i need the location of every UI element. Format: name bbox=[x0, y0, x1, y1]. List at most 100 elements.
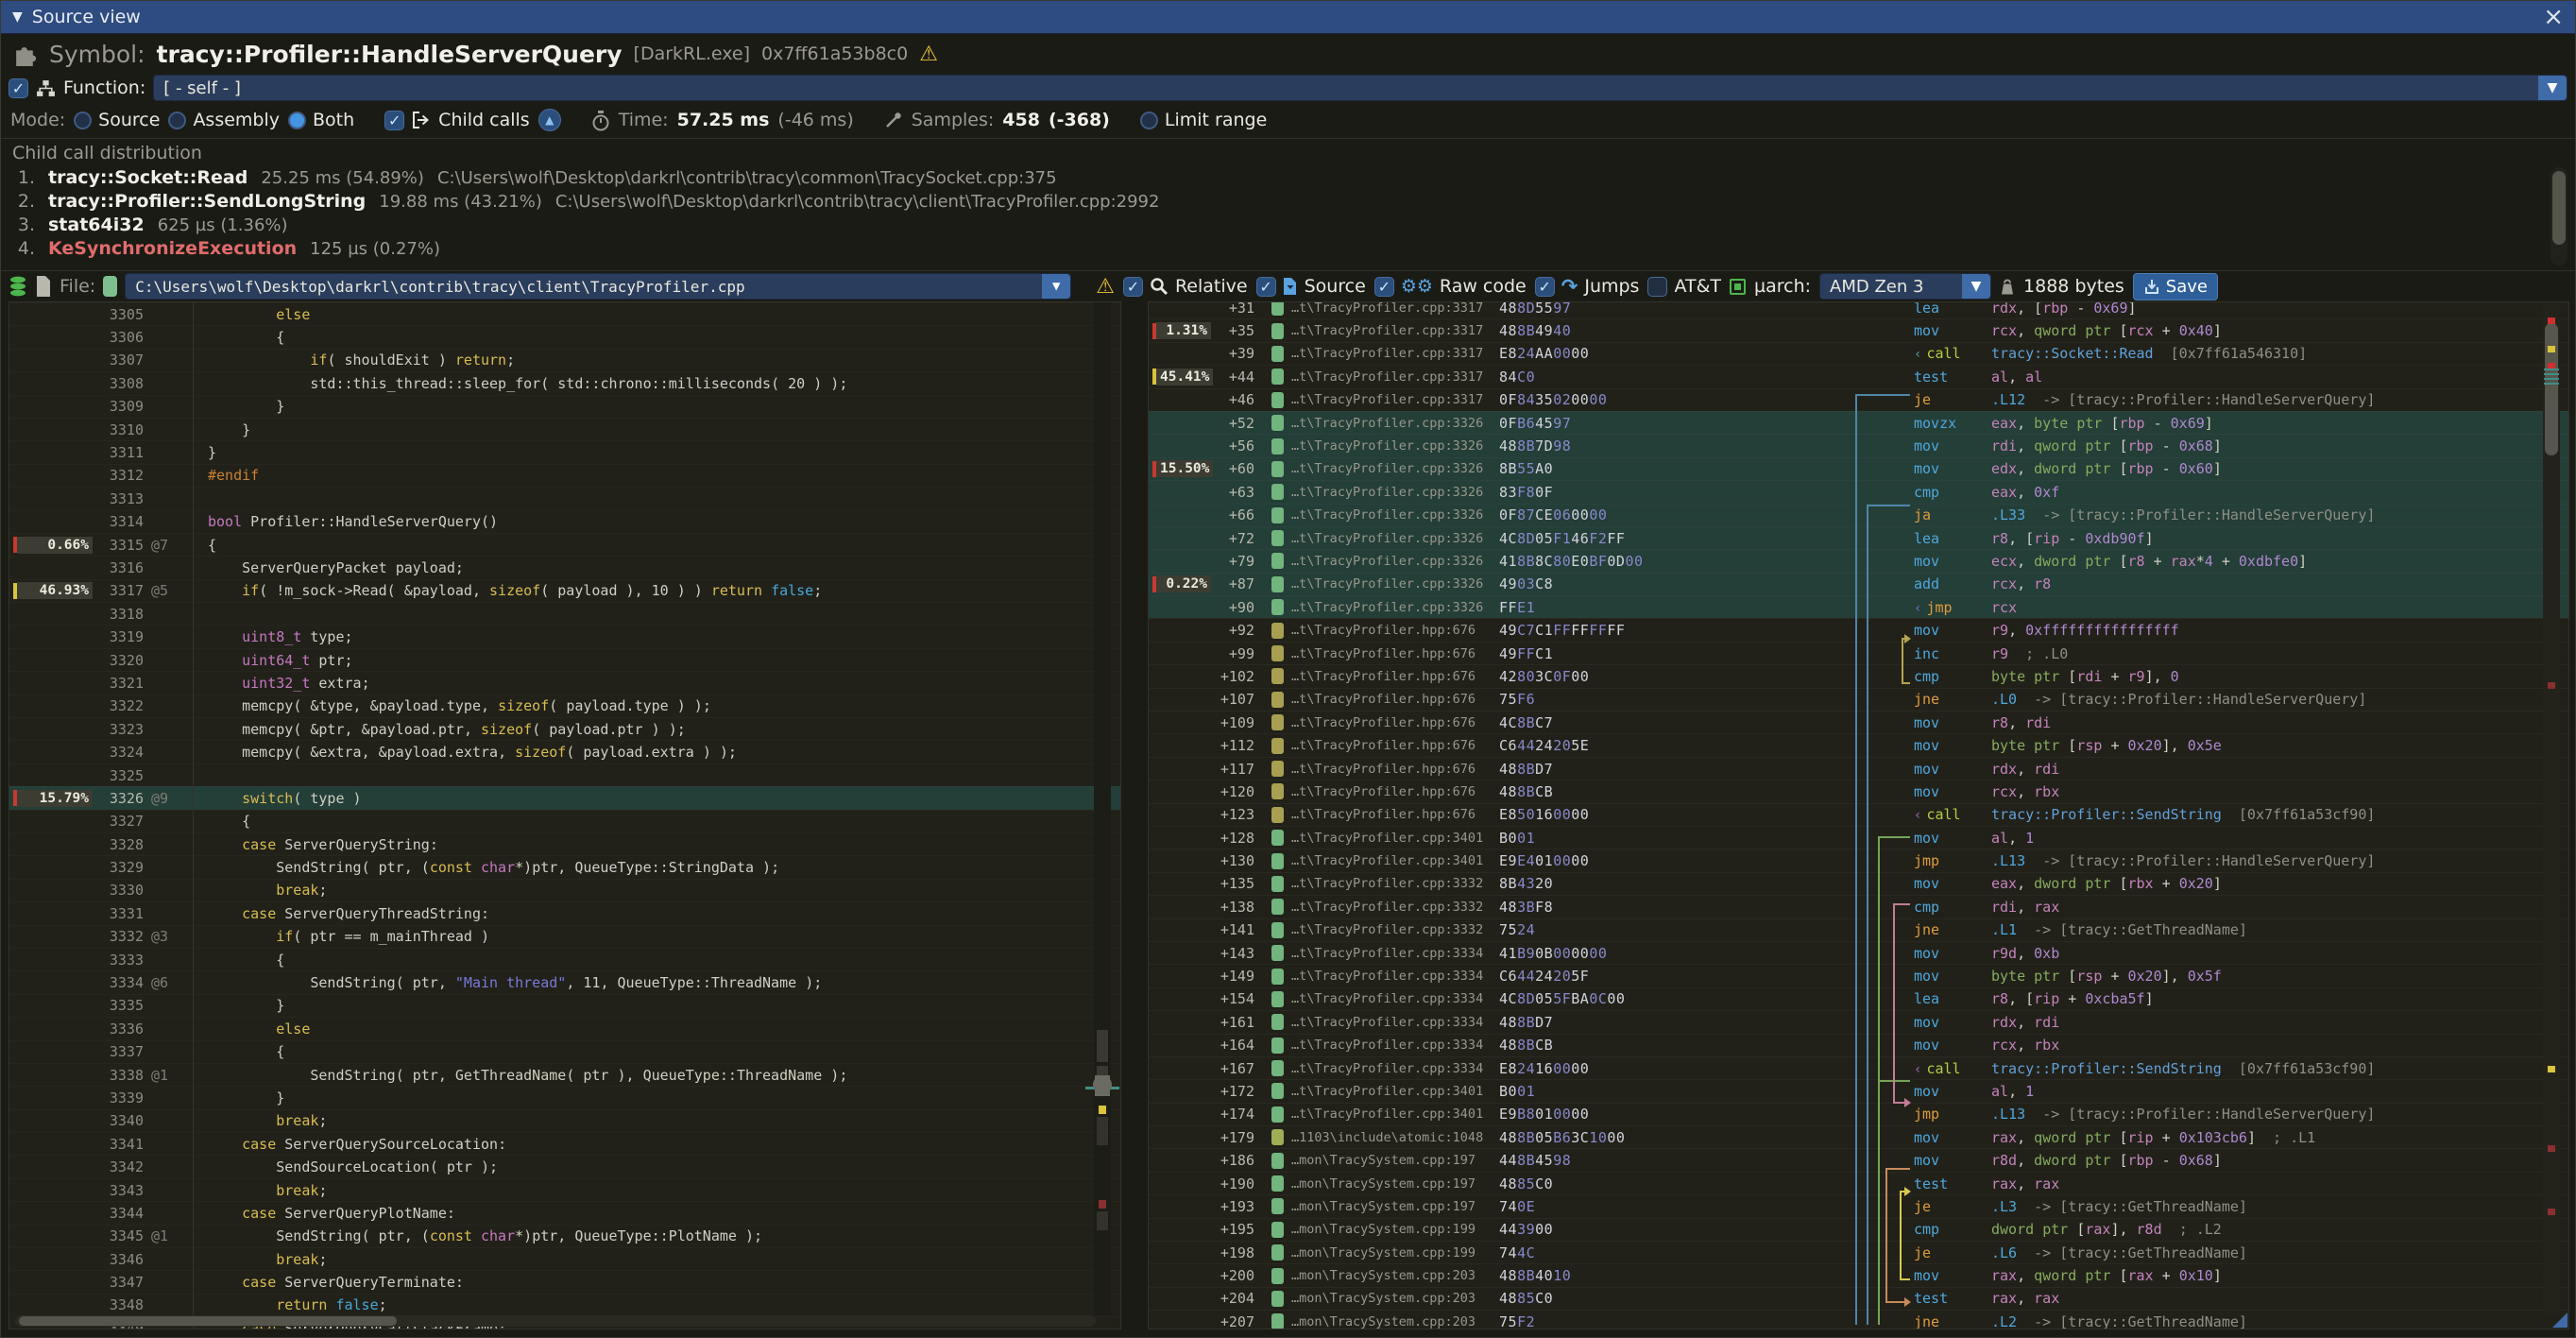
radio-icon[interactable] bbox=[288, 112, 306, 129]
att-checkbox[interactable]: ✓ bbox=[1647, 277, 1667, 297]
assembly-line[interactable]: +56…t\TracyProfiler.cpp:3326488B7D98movr… bbox=[1149, 434, 2568, 456]
assembly-line[interactable]: +112…t\TracyProfiler.hpp:676C64424205Emo… bbox=[1149, 733, 2568, 756]
assembly-line[interactable]: +130…t\TracyProfiler.cpp:3401E9E4010000j… bbox=[1149, 849, 2568, 871]
source-line[interactable]: 3333 { bbox=[9, 948, 1120, 970]
raw-code-toggle[interactable]: ✓ ⚙⚙ Raw code bbox=[1374, 276, 1527, 297]
assembly-line[interactable]: +164…t\TracyProfiler.cpp:3334488BCBmovrc… bbox=[1149, 1034, 2568, 1056]
assembly-line[interactable]: +92…t\TracyProfiler.hpp:67649C7C1FFFFFFF… bbox=[1149, 618, 2568, 641]
assembly-line[interactable]: +174…t\TracyProfiler.cpp:3401E9B8010000j… bbox=[1149, 1103, 2568, 1125]
window-titlebar[interactable]: ▼ Source view × bbox=[1, 1, 2575, 34]
source-toggle[interactable]: ✓ Source bbox=[1256, 276, 1366, 297]
radio-icon[interactable] bbox=[1140, 112, 1158, 129]
source-line[interactable]: 3346 break; bbox=[9, 1247, 1120, 1270]
source-line[interactable]: 3327 { bbox=[9, 810, 1120, 832]
source-line[interactable]: 3336 else bbox=[9, 1017, 1120, 1039]
assembly-line[interactable]: +161…t\TracyProfiler.cpp:3334488BD7movrd… bbox=[1149, 1010, 2568, 1033]
assembly-line[interactable]: +143…t\TracyProfiler.cpp:333441B90B00000… bbox=[1149, 941, 2568, 964]
assembly-line[interactable]: +63…t\TracyProfiler.cpp:332683F80Fcmpeax… bbox=[1149, 480, 2568, 503]
assembly-line[interactable]: +72…t\TracyProfiler.cpp:33264C8D05F146F2… bbox=[1149, 526, 2568, 549]
source-line[interactable]: 3312#endif bbox=[9, 464, 1120, 487]
assembly-line[interactable]: +66…t\TracyProfiler.cpp:33260F87CE060000… bbox=[1149, 504, 2568, 526]
source-line[interactable]: 3331 case ServerQueryThreadString: bbox=[9, 901, 1120, 924]
assembly-line[interactable]: +123…t\TracyProfiler.hpp:676E850160000‹c… bbox=[1149, 803, 2568, 826]
source-line[interactable]: 3337 { bbox=[9, 1040, 1120, 1063]
assembly-line[interactable]: +52…t\TracyProfiler.cpp:33260FB64597movz… bbox=[1149, 411, 2568, 434]
source-line[interactable]: 3318 bbox=[9, 602, 1120, 625]
source-line[interactable]: 3345@1 SendString( ptr, (const char*)ptr… bbox=[9, 1225, 1120, 1247]
source-line[interactable]: 3307 if( shouldExit ) return; bbox=[9, 349, 1120, 371]
assembly-line[interactable]: +141…t\TracyProfiler.cpp:33327524jne.L1 … bbox=[1149, 918, 2568, 941]
assembly-scrollbar[interactable] bbox=[2543, 304, 2560, 1313]
source-line[interactable]: 3342 SendSourceLocation( ptr ); bbox=[9, 1155, 1120, 1177]
source-hscrollbar[interactable] bbox=[15, 1315, 1096, 1327]
child-calls-checkbox[interactable]: ✓ bbox=[384, 111, 404, 130]
source-line[interactable]: 3314bool Profiler::HandleServerQuery() bbox=[9, 510, 1120, 533]
raw-code-checkbox[interactable]: ✓ bbox=[1374, 277, 1394, 297]
child-call-scrollbar[interactable] bbox=[2550, 167, 2567, 266]
child-calls-toggle[interactable]: ✓ Child calls bbox=[384, 110, 530, 130]
radio-icon[interactable] bbox=[168, 112, 186, 129]
minimap-knob[interactable] bbox=[1093, 1075, 1112, 1094]
assembly-line[interactable]: +31…t\TracyProfiler.cpp:3317488D5597lear… bbox=[1149, 301, 2568, 318]
child-call-item[interactable]: 3.stat64i32625 µs (1.36%) bbox=[12, 214, 2564, 238]
assembly-line[interactable]: +138…t\TracyProfiler.cpp:3332483BF8cmprd… bbox=[1149, 895, 2568, 918]
assembly-line[interactable]: 15.50%+60…t\TracyProfiler.cpp:33268B55A0… bbox=[1149, 457, 2568, 480]
source-line[interactable]: 3322 memcpy( &type, &payload.type, sizeo… bbox=[9, 695, 1120, 717]
assembly-line[interactable]: +46…t\TracyProfiler.cpp:33170F8435020000… bbox=[1149, 388, 2568, 411]
source-line[interactable]: 3329 SendString( ptr, (const char*)ptr, … bbox=[9, 855, 1120, 878]
assembly-line[interactable]: +154…t\TracyProfiler.cpp:33344C8D055FBA0… bbox=[1149, 987, 2568, 1010]
chevron-down-icon[interactable]: ▼ bbox=[1042, 274, 1070, 299]
source-line[interactable]: 3308 std::this_thread::sleep_for( std::c… bbox=[9, 371, 1120, 394]
child-call-item[interactable]: 4.KeSynchronizeExecution125 µs (0.27%) bbox=[12, 238, 2564, 262]
relative-toggle[interactable]: ✓ Relative bbox=[1123, 276, 1248, 297]
source-line[interactable]: 3311} bbox=[9, 440, 1120, 463]
assembly-line[interactable]: +172…t\TracyProfiler.cpp:3401B001moval, … bbox=[1149, 1079, 2568, 1102]
assembly-line[interactable]: +79…t\TracyProfiler.cpp:3326418B8C80E0BF… bbox=[1149, 549, 2568, 572]
source-line[interactable]: 3341 case ServerQuerySourceLocation: bbox=[9, 1132, 1120, 1155]
source-line[interactable]: 3310 } bbox=[9, 418, 1120, 440]
assembly-line[interactable]: +120…t\TracyProfiler.hpp:676488BCBmovrcx… bbox=[1149, 780, 2568, 802]
child-call-item[interactable]: 2.tracy::Profiler::SendLongString19.88 m… bbox=[12, 191, 2564, 214]
jumps-checkbox[interactable]: ✓ bbox=[1535, 277, 1555, 297]
assembly-panel[interactable]: +31…t\TracyProfiler.cpp:3317488D5597lear… bbox=[1148, 301, 2569, 1329]
source-line[interactable]: 3305 else bbox=[9, 302, 1120, 325]
source-line[interactable]: 3320 uint64_t ptr; bbox=[9, 648, 1120, 671]
source-line[interactable]: 3316 ServerQueryPacket payload; bbox=[9, 556, 1120, 578]
assembly-line[interactable]: +149…t\TracyProfiler.cpp:3334C64424205Fm… bbox=[1149, 964, 2568, 986]
close-icon[interactable]: × bbox=[2543, 5, 2564, 29]
source-line[interactable]: 0.66%3315@7{ bbox=[9, 533, 1120, 556]
assembly-line[interactable]: +90…t\TracyProfiler.cpp:3326FFE1‹jmprcx bbox=[1149, 595, 2568, 618]
source-line[interactable]: 3343 break; bbox=[9, 1178, 1120, 1201]
limit-range-toggle[interactable]: Limit range bbox=[1140, 110, 1267, 130]
mode-option-source[interactable]: Source bbox=[74, 110, 160, 130]
source-line[interactable]: 3313 bbox=[9, 487, 1120, 509]
source-line[interactable]: 3340 break; bbox=[9, 1109, 1120, 1132]
source-line[interactable]: 3332@3 if( ptr == m_mainThread ) bbox=[9, 925, 1120, 948]
child-call-item[interactable]: 1.tracy::Socket::Read25.25 ms (54.89%)C:… bbox=[12, 167, 2564, 191]
source-line[interactable]: 3321 uint32_t extra; bbox=[9, 671, 1120, 694]
assembly-line[interactable]: +117…t\TracyProfiler.hpp:676488BD7movrdx… bbox=[1149, 757, 2568, 780]
collapse-triangle-icon[interactable]: ▼ bbox=[12, 9, 23, 25]
source-line[interactable]: 3339 } bbox=[9, 1086, 1120, 1108]
chevron-down-icon[interactable]: ▼ bbox=[2538, 76, 2567, 100]
source-line[interactable]: 3347 case ServerQueryTerminate: bbox=[9, 1270, 1120, 1293]
source-line[interactable]: 3306 { bbox=[9, 325, 1120, 348]
source-minimap[interactable] bbox=[1094, 302, 1111, 1315]
function-dropdown[interactable]: [ - self - ] ▼ bbox=[153, 75, 2567, 101]
assembly-line[interactable]: +200…mon\TracySystem.cpp:203488B4010movr… bbox=[1149, 1263, 2568, 1286]
assembly-line[interactable]: 1.31%+35…t\TracyProfiler.cpp:3317488B494… bbox=[1149, 318, 2568, 341]
source-line[interactable]: 3323 memcpy( &ptr, &payload.ptr, sizeof(… bbox=[9, 717, 1120, 740]
assembly-line[interactable]: +198…mon\TracySystem.cpp:199744Cje.L6 ->… bbox=[1149, 1241, 2568, 1263]
assembly-line[interactable]: +207…mon\TracySystem.cpp:20375F2jne.L2 -… bbox=[1149, 1310, 2568, 1329]
assembly-line[interactable]: +190…mon\TracySystem.cpp:1974885C0testra… bbox=[1149, 1172, 2568, 1194]
assembly-line[interactable]: 0.22%+87…t\TracyProfiler.cpp:33264903C8a… bbox=[1149, 573, 2568, 595]
file-dropdown[interactable]: C:\Users\wolf\Desktop\darkrl\contrib\tra… bbox=[125, 273, 1071, 300]
source-line[interactable]: 3325 bbox=[9, 763, 1120, 786]
source-line[interactable]: 3338@1 SendString( ptr, GetThreadName( p… bbox=[9, 1063, 1120, 1086]
jumps-toggle[interactable]: ✓ ↷ Jumps bbox=[1535, 275, 1640, 298]
mode-option-both[interactable]: Both bbox=[288, 110, 354, 130]
assembly-line[interactable]: +107…t\TracyProfiler.hpp:67675F6jne.L0 -… bbox=[1149, 688, 2568, 711]
relative-checkbox[interactable]: ✓ bbox=[1123, 277, 1143, 297]
resize-handle-icon[interactable] bbox=[2552, 1312, 2567, 1328]
source-line[interactable]: 3330 break; bbox=[9, 879, 1120, 901]
